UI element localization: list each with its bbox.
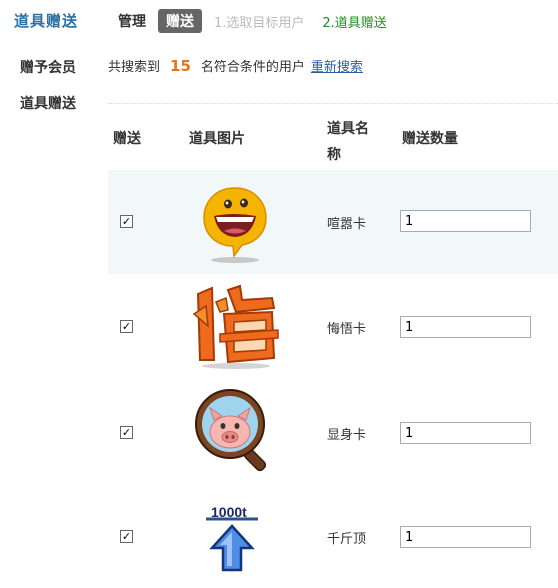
table-row: ✓ 喧嚣卡 — [108, 170, 558, 274]
result-count: 15 — [170, 57, 191, 75]
row-checkbox[interactable]: ✓ — [120, 215, 133, 228]
item-name: 显身卡 — [327, 428, 367, 443]
summary-prefix: 共搜索到 — [108, 60, 161, 75]
sidebar-item-members[interactable]: 赠予会员 — [20, 57, 76, 77]
item-name: 千斤顶 — [327, 532, 367, 547]
row-checkbox[interactable]: ✓ — [120, 426, 133, 439]
quantity-input[interactable] — [400, 316, 531, 338]
item-name: 喧嚣卡 — [327, 217, 367, 232]
tab-manage[interactable]: 管理 — [118, 11, 146, 31]
page-title: 道具赠送 — [14, 12, 79, 30]
tab-bar: 管理 赠送 1.选取目标用户 2.道具赠送 — [118, 9, 387, 33]
step-select-users: 1.选取目标用户 — [214, 15, 305, 31]
summary-suffix: 名符合条件的用户 — [200, 60, 305, 75]
header-quantity: 赠送数量 — [402, 131, 458, 147]
header-gift: 赠送 — [113, 131, 141, 147]
quantity-input[interactable] — [400, 422, 531, 444]
quantity-input[interactable] — [400, 526, 531, 548]
step-gift-items: 2.道具赠送 — [322, 15, 387, 31]
research-link[interactable]: 重新搜索 — [311, 60, 363, 75]
divider — [108, 103, 558, 104]
header-name-line1: 道具名 — [327, 121, 369, 137]
sidebar-item-gift[interactable]: 道具赠送 — [20, 93, 76, 113]
jack-icon-label: 1000t — [211, 504, 247, 520]
regret-character-icon — [192, 284, 279, 369]
tab-gift[interactable]: 赠送 — [158, 9, 202, 33]
table-row: ✓ 悔悟卡 — [108, 274, 558, 378]
search-summary: 共搜索到 15 名符合条件的用户 重新搜索 — [108, 56, 363, 75]
magnifier-pig-icon — [195, 389, 267, 472]
table-row: ✓ 1000t 千斤顶 — [108, 484, 558, 588]
header-image: 道具图片 — [189, 131, 245, 147]
header-name: 道具名 称 — [327, 116, 369, 168]
row-checkbox[interactable]: ✓ — [120, 320, 133, 333]
header-name-line2: 称 — [327, 147, 341, 163]
table-row: ✓ 显身卡 — [108, 380, 558, 484]
laughing-face-icon — [203, 187, 267, 263]
quantity-input[interactable] — [400, 210, 531, 232]
row-checkbox[interactable]: ✓ — [120, 530, 133, 543]
item-name: 悔悟卡 — [327, 322, 367, 337]
